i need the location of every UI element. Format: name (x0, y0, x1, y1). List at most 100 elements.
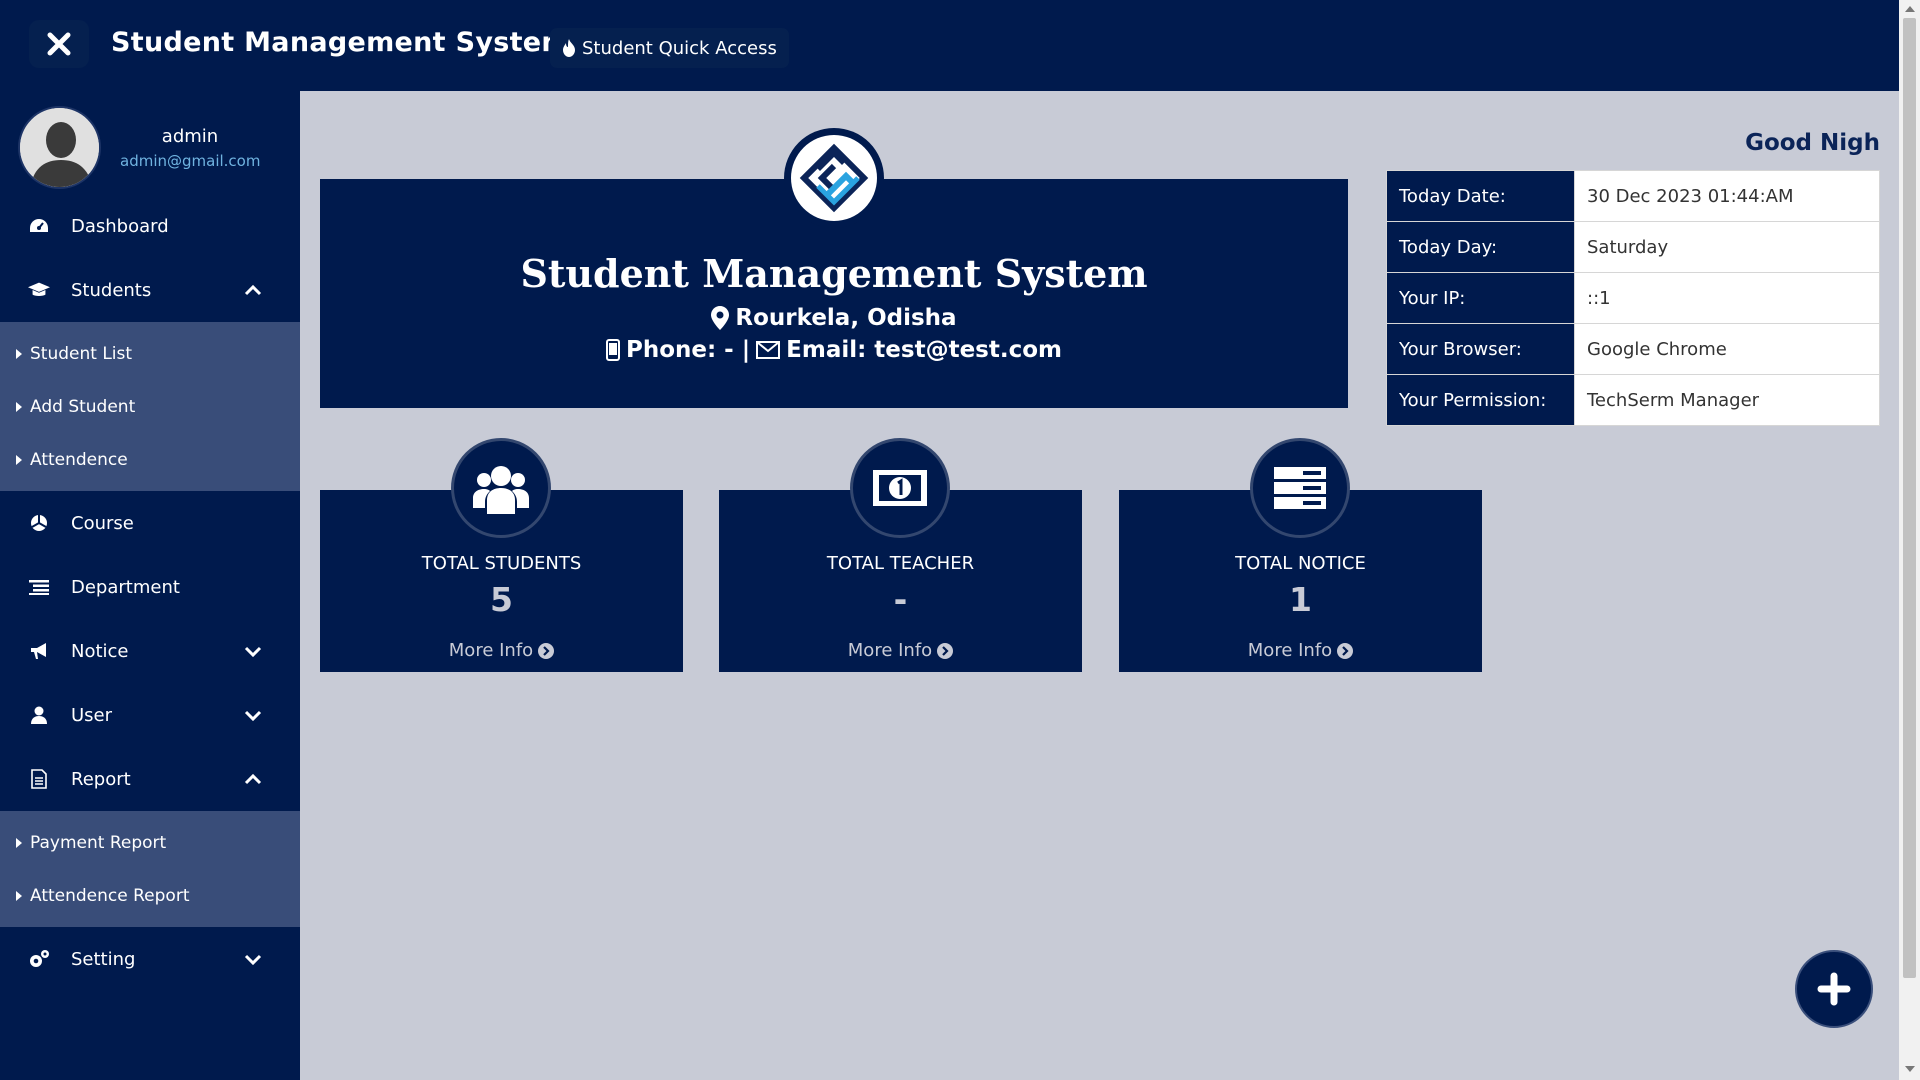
page-scrollbar[interactable] (1899, 0, 1920, 1080)
user-silhouette-icon (20, 108, 99, 187)
profile-name: admin (161, 126, 219, 147)
more-info-label: More Info (847, 640, 933, 661)
info-label: Your IP: (1386, 272, 1575, 324)
close-sidebar-button[interactable] (29, 20, 89, 68)
dashboard-icon (28, 215, 50, 237)
stat-value: - (893, 580, 908, 619)
banner-phone: Phone: - | (625, 337, 751, 363)
more-info-link[interactable]: More Info (320, 640, 683, 661)
table-row: Today Day: Saturday (1386, 221, 1880, 273)
caret-right-icon (16, 837, 22, 848)
sidebar-item-label: Notice (71, 640, 129, 662)
sidebar-item-add-student[interactable]: Add Student (0, 380, 300, 433)
quick-access-label: Student Quick Access (582, 37, 777, 59)
sidebar-item-user[interactable]: User (0, 683, 300, 747)
sidebar-item-course[interactable]: Course (0, 491, 300, 555)
sidebar-item-label: Department (71, 576, 180, 598)
more-info-label: More Info (1247, 640, 1333, 661)
scrollbar-thumb[interactable] (1903, 18, 1916, 978)
arrow-circle-right-icon (538, 642, 555, 659)
stat-value: 5 (490, 580, 513, 619)
sidebar-subitem-label: Payment Report (30, 832, 167, 853)
chevron-up-icon (244, 284, 262, 296)
banner-location: Rourkela, Odisha (735, 305, 957, 331)
info-value: TechSerm Manager (1574, 374, 1880, 426)
sidebar-item-students[interactable]: Students (0, 258, 300, 322)
sidebar-item-label: Course (71, 512, 134, 534)
mobile-phone-icon (605, 339, 620, 361)
sidebar-item-payment-report[interactable]: Payment Report (0, 816, 300, 869)
table-row: Today Date: 30 Dec 2023 01:44:AM (1386, 170, 1880, 222)
stat-value: 1 (1289, 580, 1312, 619)
banner-location-line: Rourkela, Odisha (320, 305, 1348, 331)
users-icon (451, 438, 551, 538)
sidebar-subitem-label: Student List (30, 343, 133, 364)
caret-right-icon (16, 401, 22, 412)
banner-contact-line: Phone: - | Email: test@test.com (320, 337, 1348, 363)
sidebar-item-dashboard[interactable]: Dashboard (0, 194, 300, 258)
stat-label: TOTAL NOTICE (1235, 553, 1366, 574)
info-value: ::1 (1574, 272, 1880, 324)
sidebar-item-label: Dashboard (71, 215, 169, 237)
scroll-up-arrow-icon[interactable] (1905, 6, 1915, 12)
stat-label: TOTAL TEACHER (826, 553, 975, 574)
map-marker-icon (711, 306, 730, 330)
sidebar-item-department[interactable]: Department (0, 555, 300, 619)
graduation-cap-icon (28, 279, 50, 301)
user-profile: admin admin@gmail.com (0, 91, 300, 191)
chevron-down-icon (244, 710, 262, 721)
info-value: Google Chrome (1574, 323, 1880, 375)
user-icon (28, 704, 50, 726)
sidebar-subitem-label: Attendence Report (30, 885, 190, 906)
arrow-circle-right-icon (1337, 642, 1354, 659)
more-info-label: More Info (448, 640, 534, 661)
server-icon (1250, 438, 1350, 538)
chevron-down-icon (244, 954, 262, 965)
sidebar-item-label: User (71, 704, 113, 726)
sidebar-item-attendence-report[interactable]: Attendence Report (0, 869, 300, 922)
sidebar-item-label: Report (71, 768, 131, 790)
caret-right-icon (16, 348, 22, 359)
sidebar-item-student-list[interactable]: Student List (0, 327, 300, 380)
techserm-logo-icon (791, 135, 877, 221)
banner-title: Student Management System (520, 251, 1148, 296)
sidebar-item-notice[interactable]: Notice (0, 619, 300, 683)
top-bar: Student Management System Student Quick … (0, 0, 1899, 91)
avatar (18, 106, 101, 189)
gears-icon (28, 948, 50, 970)
sidebar-item-setting[interactable]: Setting (0, 927, 300, 991)
more-info-link[interactable]: More Info (719, 640, 1082, 661)
sidebar-item-label: Setting (71, 948, 136, 970)
info-label: Today Date: (1386, 170, 1575, 222)
chevron-up-icon (244, 773, 262, 785)
info-label: Your Permission: (1386, 374, 1575, 426)
student-quick-access-button[interactable]: Student Quick Access (550, 28, 789, 68)
report-submenu: Payment Report Attendence Report (0, 811, 300, 927)
table-row: Your IP:::1 (1386, 272, 1880, 324)
scroll-down-arrow-icon[interactable] (1905, 1066, 1915, 1072)
info-label: Your Browser: (1386, 323, 1575, 375)
school-logo (784, 128, 884, 228)
table-row: Your Permission: TechSerm Manager (1386, 374, 1880, 426)
greeting-text: Good Nigh (1745, 130, 1880, 156)
sidebar-item-report[interactable]: Report (0, 747, 300, 811)
sidebar-subitem-label: Add Student (30, 396, 136, 417)
chevron-down-icon (244, 646, 262, 657)
close-icon (47, 32, 71, 56)
table-row: Your Browser: Google Chrome (1386, 323, 1880, 375)
sidebar-item-attendence[interactable]: Attendence (0, 433, 300, 486)
arrow-circle-right-icon (937, 642, 954, 659)
fire-icon (563, 39, 575, 57)
banner-email: Email: test@test.com (786, 337, 1063, 363)
more-info-link[interactable]: More Info (1119, 640, 1482, 661)
money-icon (850, 438, 950, 538)
system-info-table: Today Date: 30 Dec 2023 01:44:AM Today Da… (1386, 170, 1880, 426)
envelope-icon (756, 341, 781, 359)
list-icon (28, 576, 50, 598)
add-fab-button[interactable] (1795, 950, 1873, 1028)
info-value: Saturday (1574, 221, 1880, 273)
sidebar: admin admin@gmail.com Dashboard Students… (0, 91, 300, 1080)
course-icon (28, 512, 50, 534)
info-label: Today Day: (1386, 221, 1575, 273)
caret-right-icon (16, 890, 22, 901)
